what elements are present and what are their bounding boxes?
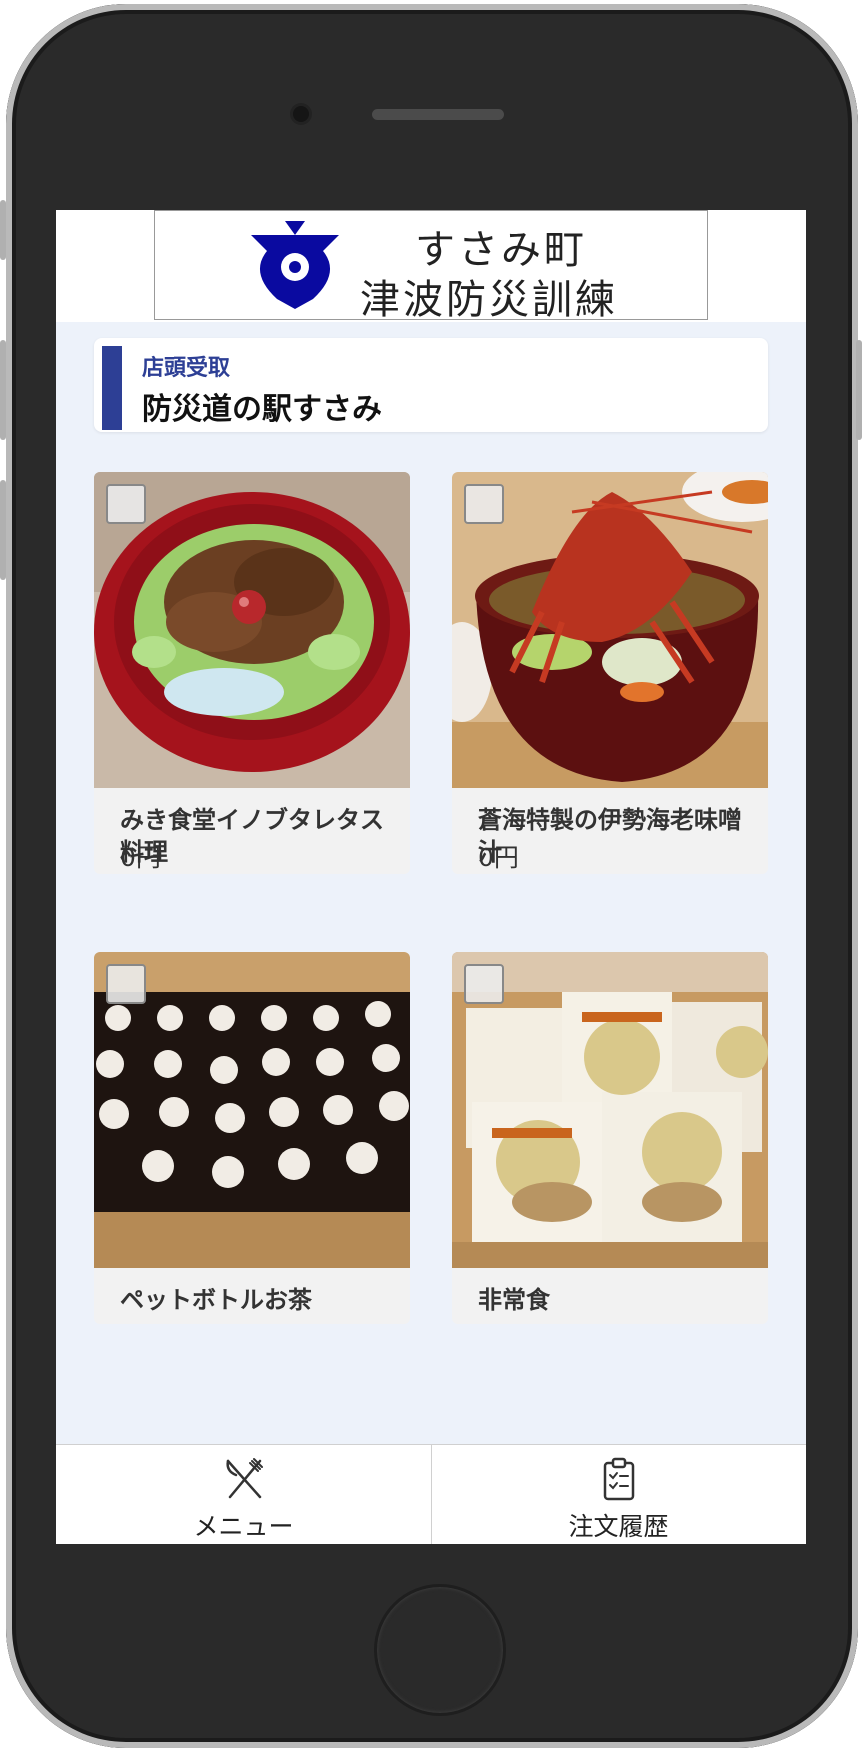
product-select-checkbox[interactable] [464,964,504,1004]
earpiece-speaker [372,109,504,120]
pickup-store-card: 店頭受取 防災道の駅すさみ [94,338,768,432]
product-price: 0円 [478,843,519,872]
town-emblem-icon [251,221,339,309]
town-banner: すさみ町 津波防災訓練 [154,210,708,323]
front-camera [293,106,309,122]
product-card[interactable]: ペットボトルお茶 0円 [94,952,410,1324]
mute-switch [0,200,6,260]
product-name: ペットボトルお茶 [120,1286,312,1314]
product-card[interactable]: 蒼海特製の伊勢海老味噌汁 0円 [452,472,768,874]
product-card[interactable]: 非常食 0円 [452,952,768,1324]
clipboard-icon [603,1457,635,1501]
bottom-tab-bar: メニュー 注文履歴 [56,1444,806,1544]
product-price: 0円 [120,1318,161,1324]
product-select-checkbox[interactable] [464,484,504,524]
tab-order-history-label: 注文履歴 [568,1512,669,1541]
product-card[interactable]: みき食堂イノブタレタス料理 0円 [94,472,410,874]
product-price: 0円 [478,1318,519,1324]
product-name: 非常食 [478,1286,550,1314]
app-screen: すさみ町 津波防災訓練 店頭受取 防災道の駅すさみ みき食堂イノブタレタス料理 … [56,210,806,1544]
banner-title-line2: 津波防災訓練 [360,277,618,323]
tab-menu-label: メニュー [193,1512,294,1541]
tab-menu[interactable]: メニュー [56,1445,431,1544]
tab-order-history[interactable]: 注文履歴 [431,1445,806,1544]
store-accent-bar [102,346,122,430]
pickup-type-label: 店頭受取 [142,356,231,381]
store-name: 防災道の駅すさみ [142,392,382,427]
volume-down-button [0,480,6,580]
home-button[interactable] [374,1584,506,1716]
fork-knife-icon [226,1458,263,1499]
header: すさみ町 津波防災訓練 [56,210,806,323]
volume-up-button [0,340,6,440]
power-button [856,340,862,440]
product-select-checkbox[interactable] [106,484,146,524]
product-price: 0円 [120,843,161,872]
product-select-checkbox[interactable] [106,964,146,1004]
